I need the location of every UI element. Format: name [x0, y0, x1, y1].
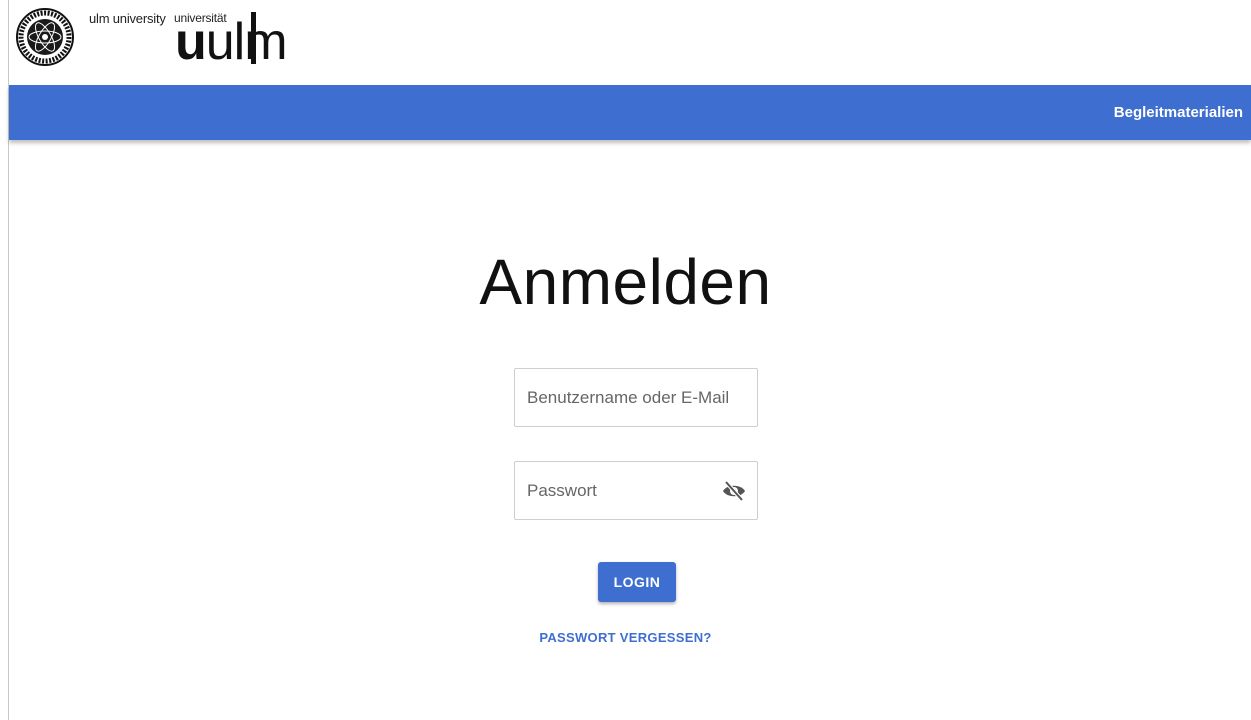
nav-link-begleitmaterialien[interactable]: Begleitmaterialien	[1114, 85, 1243, 140]
university-name-en: ulm university	[89, 11, 166, 26]
logo-text: ulm	[205, 13, 288, 71]
username-field	[514, 368, 758, 427]
university-seal-icon	[16, 8, 74, 66]
navbar: Begleitmaterialien	[9, 85, 1251, 140]
password-field	[514, 461, 758, 520]
username-input[interactable]	[515, 369, 757, 426]
site-header: ulm university universität uulm	[9, 0, 1251, 85]
logo-bar	[251, 12, 256, 64]
logo-bold-u: u	[175, 13, 207, 71]
page-title: Anmelden	[479, 246, 772, 318]
login-button[interactable]: LOGIN	[598, 562, 676, 602]
eye-off-icon[interactable]	[721, 479, 747, 503]
uulm-logo: uulm	[175, 16, 288, 68]
forgot-password-link[interactable]: PASSWORT VERGESSEN?	[0, 630, 1251, 645]
login-page: ulm university universität uulm Begleitm…	[0, 0, 1251, 720]
